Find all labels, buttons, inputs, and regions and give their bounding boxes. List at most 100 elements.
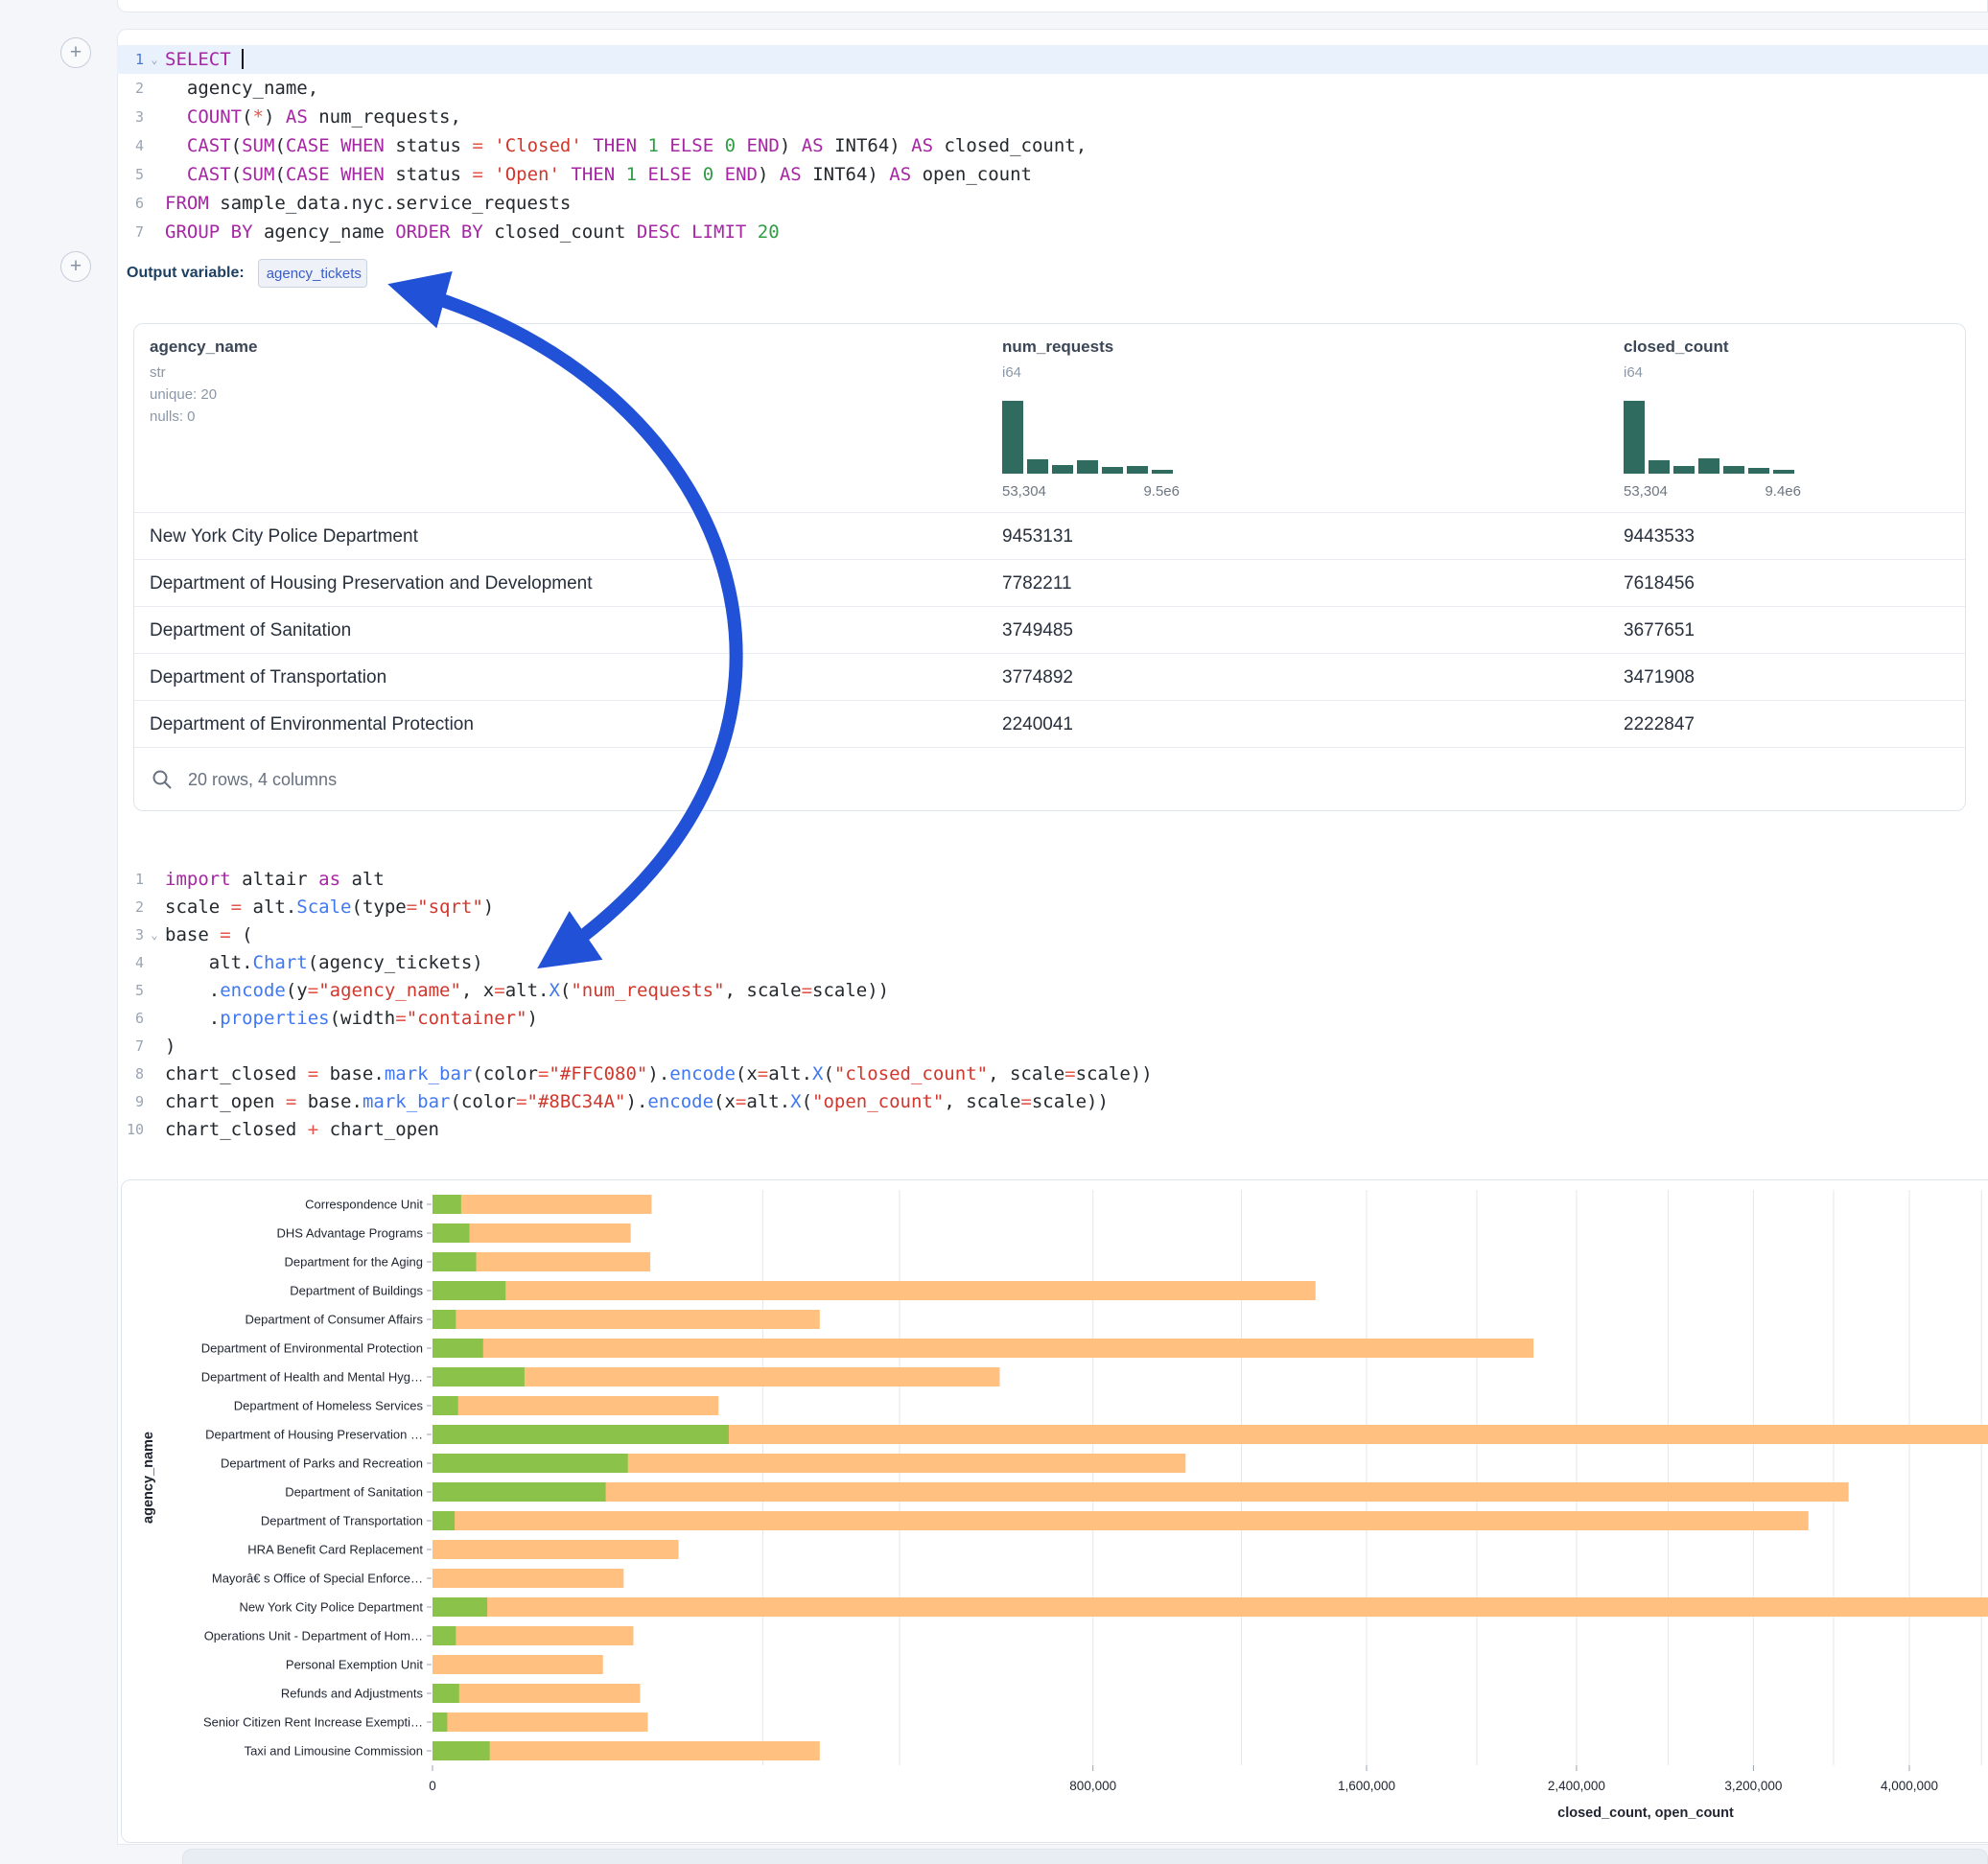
table-cell: Department of Transportation (150, 654, 386, 701)
table-row[interactable]: Department of Sanitation37494853677651 (134, 607, 1965, 654)
table-cell: Department of Environmental Protection (150, 701, 474, 748)
line-number: 5 (117, 977, 144, 1005)
table-row[interactable]: Department of Transportation377489234719… (134, 654, 1965, 701)
line-number: 3 (117, 921, 144, 949)
add-cell-button-middle[interactable]: + (60, 251, 91, 282)
svg-text:agency_name: agency_name (141, 1432, 156, 1524)
sql-editor[interactable]: 1⌄SELECT 2 agency_name,3 COUNT(*) AS num… (117, 45, 1988, 246)
column-type: i64 (1002, 364, 1347, 381)
previous-cell-edge (117, 0, 1988, 12)
fold-spacer (144, 977, 165, 1005)
table-cell: Department of Sanitation (150, 607, 351, 654)
column-name: agency_name (150, 338, 495, 357)
add-cell-button-top[interactable]: + (60, 37, 91, 68)
code-text: agency_name, (165, 74, 318, 103)
line-number: 2 (117, 74, 144, 103)
line-number: 5 (117, 160, 144, 189)
code-line[interactable]: 6 .properties(width="container") (117, 1005, 1988, 1033)
column-name: num_requests (1002, 338, 1347, 357)
code-line[interactable]: 8 chart_closed = base.mark_bar(color="#FF… (117, 1060, 1988, 1088)
code-line[interactable]: 5 .encode(y="agency_name", x=alt.X("num_… (117, 977, 1988, 1005)
column-histogram (1002, 401, 1175, 474)
svg-text:3,200,000: 3,200,000 (1724, 1779, 1782, 1793)
code-text: import altair as alt (165, 866, 385, 894)
svg-text:Department of Sanitation: Department of Sanitation (285, 1485, 423, 1500)
text-cursor (242, 49, 244, 69)
table-row[interactable]: Department of Environmental Protection 22… (134, 701, 1965, 748)
code-text: CAST(SUM(CASE WHEN status = 'Open' THEN … (165, 160, 1032, 189)
code-line[interactable]: 4 alt.Chart(agency_tickets) (117, 949, 1988, 977)
code-line[interactable]: 7) (117, 1033, 1988, 1060)
fold-spacer (144, 74, 165, 103)
line-number: 7 (117, 1033, 144, 1060)
next-cell-edge (182, 1849, 1988, 1864)
svg-text:Department of Buildings: Department of Buildings (290, 1284, 423, 1298)
svg-text:1,600,000: 1,600,000 (1338, 1779, 1395, 1793)
fold-spacer (144, 1005, 165, 1033)
svg-text:Personal Exemption Unit: Personal Exemption Unit (286, 1658, 423, 1672)
column-name: closed_count (1624, 338, 1969, 357)
code-text: chart_closed = base.mark_bar(color="#FFC… (165, 1060, 1153, 1088)
column-header-num_requests[interactable]: num_requestsi6453,3049.5e6 (1002, 338, 1347, 381)
svg-text:Taxi and Limousine Commission: Taxi and Limousine Commission (245, 1744, 423, 1759)
code-text: SELECT (165, 45, 244, 74)
code-line[interactable]: 3 COUNT(*) AS num_requests, (117, 103, 1988, 131)
table-cell: 3749485 (1002, 607, 1073, 654)
line-number: 9 (117, 1088, 144, 1116)
code-text: scale = alt.Scale(type="sqrt") (165, 894, 494, 921)
code-line[interactable]: 1import altair as alt (117, 866, 1988, 894)
svg-text:Operations Unit - Department o: Operations Unit - Department of Hom… (204, 1629, 423, 1643)
table-cell: 9443533 (1624, 513, 1695, 560)
histogram-range-labels: 53,3049.5e6 (1002, 483, 1180, 500)
code-text: COUNT(*) AS num_requests, (165, 103, 461, 131)
fold-spacer (144, 1116, 165, 1144)
line-number: 7 (117, 218, 144, 246)
svg-text:DHS Advantage Programs: DHS Advantage Programs (277, 1226, 424, 1241)
python-editor[interactable]: 1import altair as alt2 scale = alt.Scale(… (117, 866, 1988, 1144)
code-line[interactable]: 9chart_open = base.mark_bar(color="#8BC3… (117, 1088, 1988, 1116)
output-variable-chip[interactable]: agency_tickets (258, 259, 367, 288)
svg-text:Department for the Aging: Department for the Aging (284, 1255, 423, 1270)
fold-spacer (144, 949, 165, 977)
fold-spacer (144, 131, 165, 160)
code-line[interactable]: 2 scale = alt.Scale(type="sqrt") (117, 894, 1988, 921)
line-number: 10 (117, 1116, 144, 1144)
svg-text:Department of Housing Preserva: Department of Housing Preservation … (205, 1428, 423, 1442)
column-header-agency_name[interactable]: agency_namestrunique: 20nulls: 0 (150, 338, 495, 425)
code-line[interactable]: 4 CAST(SUM(CASE WHEN status = 'Closed' T… (117, 131, 1988, 160)
search-icon[interactable] (152, 769, 173, 790)
fold-chevron-icon[interactable]: ⌄ (144, 45, 165, 74)
line-number: 8 (117, 1060, 144, 1088)
table-row[interactable]: Department of Housing Preservation and D… (134, 560, 1965, 607)
column-stat: unique: 20 (150, 386, 495, 403)
table-cell: 3471908 (1624, 654, 1695, 701)
line-number: 4 (117, 949, 144, 977)
code-line[interactable]: 3⌄base = ( (117, 921, 1988, 949)
svg-text:Department of Consumer Affairs: Department of Consumer Affairs (246, 1313, 424, 1327)
code-line[interactable]: 10 chart_closed + chart_open (117, 1116, 1988, 1144)
fold-chevron-icon[interactable]: ⌄ (144, 921, 165, 949)
fold-spacer (144, 103, 165, 131)
svg-text:Refunds and Adjustments: Refunds and Adjustments (281, 1687, 424, 1701)
code-text: base = ( (165, 921, 253, 949)
code-text: chart_closed + chart_open (165, 1116, 439, 1144)
table-rows: New York City Police Department 9453131 94… (134, 512, 1965, 748)
code-line[interactable]: 2 agency_name, (117, 74, 1988, 103)
code-line[interactable]: 1⌄SELECT (117, 45, 1988, 74)
code-line[interactable]: 5 CAST(SUM(CASE WHEN status = 'Open' THE… (117, 160, 1988, 189)
code-line[interactable]: 7GROUP BY agency_name ORDER BY closed_co… (117, 218, 1988, 246)
line-number: 2 (117, 894, 144, 921)
code-line[interactable]: 6FROM sample_data.nyc.service_requests (117, 189, 1988, 218)
fold-spacer (144, 1033, 165, 1060)
table-cell: 9453131 (1002, 513, 1073, 560)
svg-text:Department of Health and Menta: Department of Health and Mental Hyg… (201, 1370, 423, 1385)
table-cell: New York City Police Department (150, 513, 418, 560)
table-row[interactable]: New York City Police Department 9453131 94… (134, 513, 1965, 560)
table-cell: 7618456 (1624, 560, 1695, 607)
column-header-closed_count[interactable]: closed_counti6453,3049.4e6 (1624, 338, 1969, 381)
chart-card: Correspondence UnitDHS Advantage Program… (121, 1179, 1988, 1843)
svg-text:2,400,000: 2,400,000 (1548, 1779, 1605, 1793)
table-cell: 2222847 (1624, 701, 1695, 748)
code-text: FROM sample_data.nyc.service_requests (165, 189, 571, 218)
table-cell: Department of Housing Preservation and D… (150, 560, 593, 607)
